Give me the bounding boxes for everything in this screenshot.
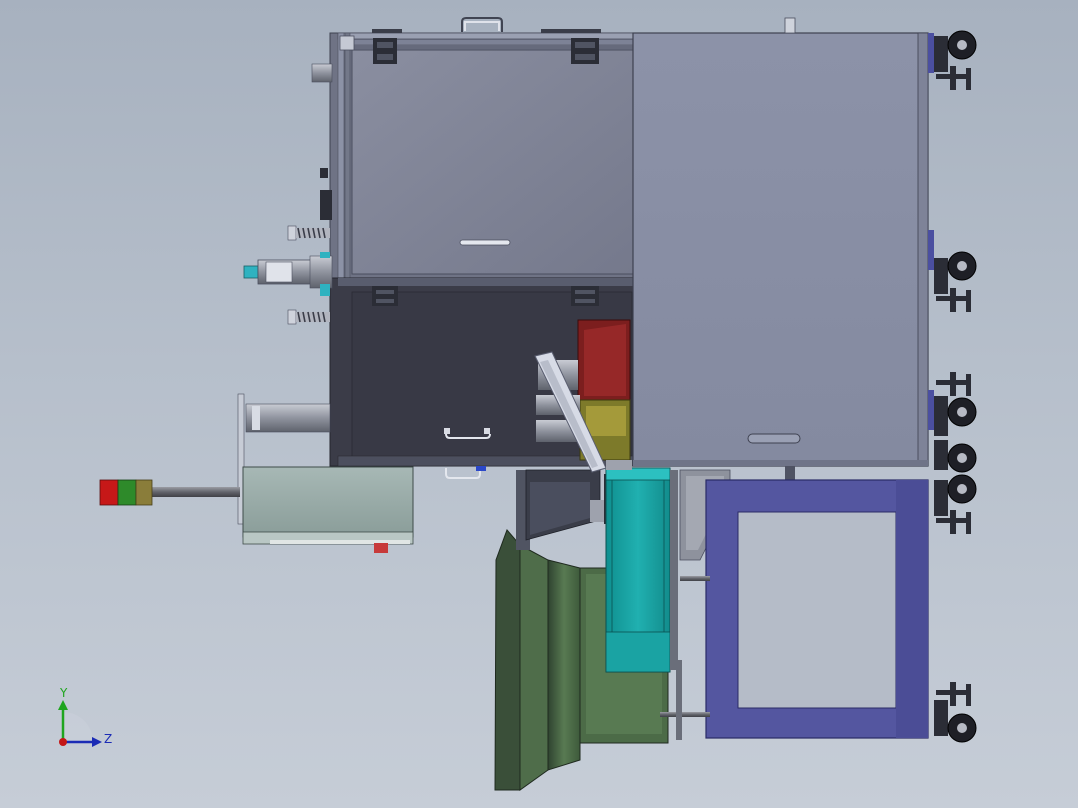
leveling-foot-icon: [936, 372, 971, 396]
hinge-icon: [571, 38, 599, 64]
linear-feeder: [605, 467, 678, 673]
signal-tower-icon: [99, 479, 240, 506]
support-frame: [660, 469, 929, 740]
control-box: [242, 466, 414, 553]
right-cabinet: [632, 17, 934, 480]
view-orientation-triad[interactable]: Y Z: [48, 682, 128, 762]
caster-wheel-icon: [934, 251, 977, 294]
chute-bracket: [525, 469, 610, 541]
left-side-fittings: [237, 63, 333, 525]
cad-viewport[interactable]: Y Z: [0, 0, 1078, 808]
y-axis-label: Y: [60, 686, 68, 700]
z-axis-label: Z: [104, 732, 113, 746]
caster-wheel-icon: [934, 700, 977, 743]
hinge-icon: [373, 38, 397, 64]
caster-wheel-icon: [934, 440, 977, 473]
caster-wheel-icon: [934, 396, 977, 436]
machine-assembly-model[interactable]: [0, 0, 1078, 808]
hinge-icon: [571, 286, 599, 306]
hinge-icon: [372, 286, 398, 306]
caster-wheel-icon: [934, 474, 977, 516]
caster-wheel-icon: [934, 30, 977, 72]
